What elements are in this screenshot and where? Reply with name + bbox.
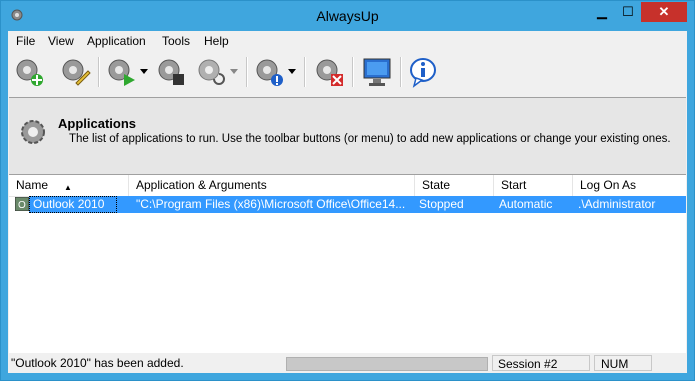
title-bar[interactable]: AlwaysUp ▁ ☐ ✕ <box>1 1 694 31</box>
toolbar-separator <box>246 57 248 87</box>
cell-logon: .\Administrator <box>578 197 656 211</box>
close-button[interactable]: ✕ <box>641 2 687 22</box>
app-window: AlwaysUp ▁ ☐ ✕ File View Application Too… <box>0 0 695 381</box>
applications-header: Applications The list of applications to… <box>9 97 686 175</box>
cell-application: "C:\Program Files (x86)\Microsoft Office… <box>136 197 406 211</box>
edit-application-button[interactable] <box>58 55 92 89</box>
session-text: Session #2 <box>498 357 558 371</box>
column-header-application[interactable]: Application & Arguments <box>129 175 415 196</box>
status-progress-bar <box>286 357 488 371</box>
column-header-state[interactable]: State <box>415 175 494 196</box>
table-row[interactable]: O Outlook 2010 "C:\Program Files (x86)\M… <box>9 196 686 214</box>
start-application-button[interactable] <box>104 55 138 89</box>
sort-ascending-icon: ▲ <box>64 183 72 192</box>
status-bar: "Outlook 2010" has been added. Session #… <box>8 353 687 373</box>
cell-state: Stopped <box>419 197 464 211</box>
minimize-button[interactable]: ▁ <box>589 2 615 22</box>
session-pane: Session #2 <box>492 355 590 371</box>
section-title: Applications <box>58 116 137 131</box>
console-button[interactable] <box>360 55 394 89</box>
column-header-start[interactable]: Start <box>494 175 573 196</box>
column-header-name[interactable]: Name ▲ <box>9 175 129 196</box>
start-dropdown-arrow-icon[interactable] <box>140 69 148 75</box>
gear-icon <box>21 120 45 144</box>
client-area: File View Application Tools Help Applica… <box>8 31 687 373</box>
status-message: "Outlook 2010" has been added. <box>11 356 184 370</box>
list-header: Name ▲ Application & Arguments State Sta… <box>9 175 686 197</box>
cell-name: Outlook 2010 <box>33 197 105 211</box>
toolbar <box>8 52 687 96</box>
restart-application-button[interactable] <box>194 55 228 89</box>
add-application-button[interactable] <box>12 55 46 89</box>
cell-start: Automatic <box>499 197 553 211</box>
stop-application-button[interactable] <box>154 55 188 89</box>
report-dropdown-arrow-icon[interactable] <box>288 69 296 75</box>
restart-dropdown-arrow-icon[interactable] <box>230 69 238 75</box>
menu-view[interactable]: View <box>48 34 74 48</box>
outlook-app-icon: O <box>15 197 29 211</box>
menu-application[interactable]: Application <box>87 34 146 48</box>
column-header-label: Name <box>16 178 49 192</box>
toolbar-separator <box>400 57 402 87</box>
toolbar-separator <box>304 57 306 87</box>
menu-help[interactable]: Help <box>204 34 229 48</box>
section-description: The list of applications to run. Use the… <box>69 133 671 145</box>
menu-tools[interactable]: Tools <box>162 34 190 48</box>
status-message-pane: "Outlook 2010" has been added. <box>8 355 282 371</box>
maximize-button[interactable]: ☐ <box>615 2 641 22</box>
menu-bar: File View Application Tools Help <box>8 31 687 51</box>
remove-application-button[interactable] <box>312 55 346 89</box>
svg-text:O: O <box>18 200 26 211</box>
toolbar-separator <box>98 57 100 87</box>
column-header-logon[interactable]: Log On As <box>573 175 686 196</box>
num-lock-pane: NUM <box>594 355 652 371</box>
menu-file[interactable]: File <box>16 34 35 48</box>
about-button[interactable] <box>406 55 440 89</box>
report-application-button[interactable] <box>252 55 286 89</box>
num-lock-indicator: NUM <box>601 357 629 371</box>
toolbar-separator <box>352 57 354 87</box>
applications-list[interactable]: Name ▲ Application & Arguments State Sta… <box>9 174 686 355</box>
